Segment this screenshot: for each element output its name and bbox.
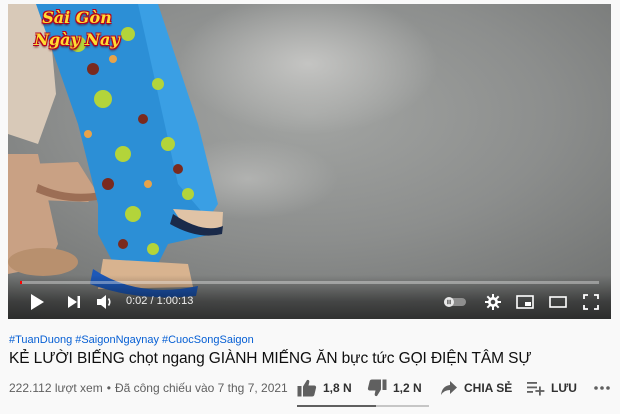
gear-icon (485, 294, 501, 310)
player-controls: 0:02 / 1:00:13 (8, 275, 611, 319)
save-label: LƯU (551, 381, 577, 395)
share-label: CHIA SẺ (464, 381, 513, 395)
play-button[interactable] (26, 291, 48, 313)
miniplayer-icon (516, 295, 534, 309)
meta-separator: • (106, 381, 111, 395)
dislike-button[interactable]: 1,2 N (367, 376, 422, 400)
volume-icon (97, 295, 111, 309)
more-horizontal-icon (594, 386, 610, 390)
like-count: 1,8 N (323, 381, 352, 395)
miniplayer-button[interactable] (514, 291, 536, 313)
logo-line-1: Sài Gòn (42, 8, 112, 27)
playlist-add-icon (527, 382, 545, 396)
hashtag-link[interactable]: #CuocSongSaigon (162, 334, 254, 346)
theater-mode-button[interactable] (547, 291, 569, 313)
autoplay-toggle-icon (444, 297, 466, 307)
save-button[interactable]: LƯU (527, 376, 577, 400)
time-total: 1:00:13 (156, 295, 194, 307)
theater-mode-icon (549, 296, 567, 308)
time-display: 0:02 / 1:00:13 (126, 295, 193, 307)
channel-logo: Sài Gòn Ngày Nay (22, 4, 132, 60)
hashtag-link[interactable]: #TuanDuong (9, 334, 72, 346)
share-icon (441, 381, 457, 395)
premiere-date: Đã công chiếu vào 7 thg 7, 2021 (114, 381, 288, 395)
fullscreen-icon (583, 294, 599, 310)
share-button[interactable]: CHIA SẺ (440, 376, 512, 400)
progress-bar[interactable] (20, 281, 599, 284)
time-separator: / (150, 295, 154, 307)
video-title: KẺ LƯỜI BIẾNG chọt ngang GIÀNH MIẾNG ĂN … (9, 350, 532, 367)
dislike-count: 1,2 N (393, 381, 422, 395)
video-meta: 222.112 lượt xem • Đã công chiếu vào 7 t… (9, 381, 288, 395)
more-actions-button[interactable] (594, 376, 610, 400)
thumbs-up-icon (297, 379, 317, 397)
hashtag-list: #TuanDuong #SaigonNgaynay #CuocSongSaigo… (9, 334, 254, 346)
like-button[interactable]: 1,8 N (297, 376, 352, 400)
volume-button[interactable] (94, 291, 116, 313)
time-current: 0:02 (126, 295, 148, 307)
autoplay-toggle[interactable] (442, 291, 468, 313)
video-player[interactable]: Sài Gòn Ngày Nay 0:02 / 1:00:13 (8, 4, 611, 319)
next-button[interactable] (63, 291, 85, 313)
view-count: 222.112 lượt xem (9, 381, 103, 395)
fullscreen-button[interactable] (580, 291, 602, 313)
progress-fill (20, 281, 22, 284)
settings-button[interactable] (482, 291, 504, 313)
logo-line-2: Ngày Nay (34, 30, 120, 49)
thumbs-down-icon (367, 379, 387, 397)
like-sentiment-bar (297, 405, 429, 407)
like-sentiment-fill (297, 405, 377, 407)
play-icon (31, 294, 44, 310)
skip-next-icon (68, 296, 80, 308)
hashtag-link[interactable]: #SaigonNgaynay (75, 334, 159, 346)
